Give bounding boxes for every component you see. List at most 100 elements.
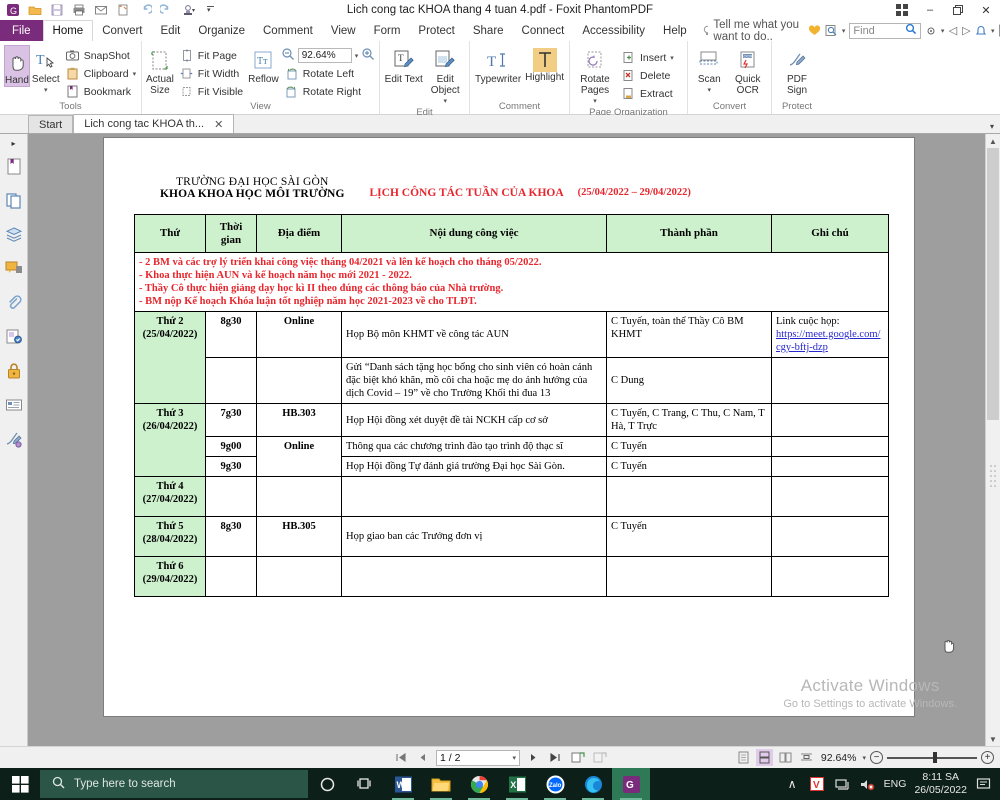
page-number-input[interactable]: 1 / 2 ▾ [436, 750, 520, 766]
pdf-sign-button[interactable]: PDF Sign [777, 45, 817, 96]
vertical-scrollbar[interactable]: ▲ ▼ [985, 134, 1000, 746]
digital-signature-panel-icon[interactable] [2, 422, 26, 456]
taskbar-search-box[interactable]: Type here to search [40, 770, 308, 798]
comments-panel-icon[interactable] [2, 252, 26, 286]
show-hidden-icons-chevron-icon[interactable]: ∧ [784, 776, 801, 793]
tab-start[interactable]: Start [28, 115, 73, 133]
taskbar-clock[interactable]: 8:11 SA 26/05/2022 [914, 771, 967, 797]
volume-muted-tray-icon[interactable] [859, 776, 876, 793]
notifications-icon[interactable] [975, 23, 987, 39]
edit-text-button[interactable]: T Edit Text [384, 45, 424, 85]
create-pdf-icon[interactable] [113, 1, 133, 19]
tab-document[interactable]: Lich cong tac KHOA th... ✕ [73, 114, 234, 133]
page-dropdown-icon[interactable]: ▾ [512, 754, 516, 762]
typewriter-button[interactable]: T Typewriter [474, 45, 522, 85]
rotate-pages-dropdown-icon[interactable]: ▾ [593, 96, 597, 107]
scroll-down-arrow-icon[interactable]: ▼ [986, 732, 1000, 746]
menu-item-organize[interactable]: Organize [189, 20, 254, 41]
find-input[interactable]: Find [849, 23, 920, 39]
foxit-taskbar-icon[interactable]: G [612, 768, 650, 800]
restore-button[interactable] [944, 0, 972, 20]
reflow-button[interactable]: Tт Reflow [248, 45, 279, 85]
menu-item-share[interactable]: Share [464, 20, 513, 41]
extract-pages-button[interactable]: Extract [618, 85, 677, 102]
network-tray-icon[interactable] [834, 776, 851, 793]
previous-page-button[interactable] [414, 749, 431, 766]
layers-panel-icon[interactable] [2, 218, 26, 252]
menu-item-convert[interactable]: Convert [93, 20, 151, 41]
zoom-in-icon[interactable] [361, 47, 375, 64]
heart-icon[interactable] [808, 23, 821, 39]
next-view-button[interactable] [591, 749, 608, 766]
ribbon-display-icon[interactable] [888, 0, 916, 20]
hand-tool-button[interactable]: Hand [4, 45, 30, 87]
bookmarks-panel-icon[interactable] [2, 150, 26, 184]
edit-object-button[interactable]: Edit Object ▾ [426, 45, 466, 107]
tab-overflow-chevron-icon[interactable]: ▾ [990, 122, 994, 133]
foxit-logo-icon[interactable]: G [3, 1, 23, 19]
rotate-left-button[interactable]: Rotate Left [281, 65, 376, 82]
menu-item-view[interactable]: View [322, 20, 365, 41]
page-thumbnails-panel-icon[interactable] [2, 184, 26, 218]
find-settings-dropdown-icon[interactable]: ▾ [941, 27, 945, 35]
stamp-icon[interactable]: ▾ [179, 1, 199, 19]
menu-item-comment[interactable]: Comment [254, 20, 322, 41]
edge-taskbar-icon[interactable] [574, 768, 612, 800]
zoom-slider-knob[interactable] [933, 752, 937, 763]
delete-pages-button[interactable]: Delete [618, 67, 677, 84]
word-taskbar-icon[interactable]: W [384, 768, 422, 800]
zoom-control[interactable]: 92.64% ▾ [281, 47, 376, 64]
zoom-dropdown-icon[interactable]: ▾ [355, 52, 359, 60]
attachments-panel-icon[interactable] [2, 286, 26, 320]
fit-page-button[interactable]: Fit Page [176, 47, 246, 64]
document-viewport[interactable]: TRƯỜNG ĐẠI HỌC SÀI GÒN KHOA KHOA HỌC MÔI… [28, 134, 985, 746]
notifications-dropdown-icon[interactable]: ▾ [991, 27, 995, 35]
print-icon[interactable] [69, 1, 89, 19]
clipboard-dropdown-icon[interactable]: ▾ [133, 70, 137, 78]
menu-item-accessibility[interactable]: Accessibility [573, 20, 654, 41]
scroll-up-arrow-icon[interactable]: ▲ [986, 134, 1000, 148]
menu-item-help[interactable]: Help [654, 20, 696, 41]
rotate-right-button[interactable]: Rotate Right [281, 83, 376, 100]
security-panel-icon[interactable] [2, 354, 26, 388]
previous-view-button[interactable] [569, 749, 586, 766]
scan-button[interactable]: Scan ▾ [692, 45, 727, 96]
menu-item-protect[interactable]: Protect [409, 20, 463, 41]
meeting-link[interactable]: https://meet.google.com/cgy-bftj-dzp [776, 328, 884, 354]
menu-item-form[interactable]: Form [365, 20, 410, 41]
cortana-icon[interactable] [308, 768, 346, 800]
close-button[interactable]: ✕ [972, 0, 1000, 20]
quick-ocr-button[interactable]: OCR Quick OCR [729, 45, 767, 96]
undo-icon[interactable] [135, 1, 155, 19]
open-icon[interactable] [25, 1, 45, 19]
rotate-pages-button[interactable]: Rotate Pages ▾ [574, 45, 616, 107]
edit-object-dropdown-icon[interactable]: ▾ [443, 96, 447, 107]
zoom-slider[interactable] [887, 752, 977, 764]
first-page-button[interactable] [392, 749, 409, 766]
task-view-icon[interactable] [346, 768, 384, 800]
excel-taskbar-icon[interactable]: X [498, 768, 536, 800]
highlight-button[interactable]: Highlight [524, 45, 565, 83]
insert-pages-button[interactable]: Insert ▾ [618, 49, 677, 66]
select-tool-button[interactable]: T Select ▾ [32, 45, 60, 96]
tab-close-icon[interactable]: ✕ [214, 118, 223, 131]
snapshot-button[interactable]: SnapShot [62, 47, 139, 64]
zalo-taskbar-icon[interactable]: Zalo [536, 768, 574, 800]
minimize-button[interactable]: – [916, 0, 944, 20]
tell-me-box[interactable]: Tell me what you want to do.. [696, 19, 804, 43]
redo-icon[interactable] [157, 1, 177, 19]
menu-item-home[interactable]: Home [43, 20, 94, 41]
fit-width-button[interactable]: Fit Width [176, 65, 246, 82]
find-settings-icon[interactable] [925, 23, 937, 39]
file-explorer-taskbar-icon[interactable] [422, 768, 460, 800]
select-tool-dropdown-icon[interactable]: ▾ [44, 85, 48, 96]
save-icon[interactable] [47, 1, 67, 19]
zoom-value-input[interactable]: 92.64% [298, 48, 352, 63]
scan-dropdown-icon[interactable]: ▾ [708, 85, 712, 96]
language-indicator[interactable]: ENG [884, 778, 907, 790]
notification-center-icon[interactable] [975, 776, 992, 793]
fit-visible-button[interactable]: Fit Visible [176, 83, 246, 100]
menu-item-file[interactable]: File [0, 20, 43, 41]
clipboard-button[interactable]: Clipboard ▾ [62, 65, 139, 82]
menu-item-connect[interactable]: Connect [513, 20, 574, 41]
